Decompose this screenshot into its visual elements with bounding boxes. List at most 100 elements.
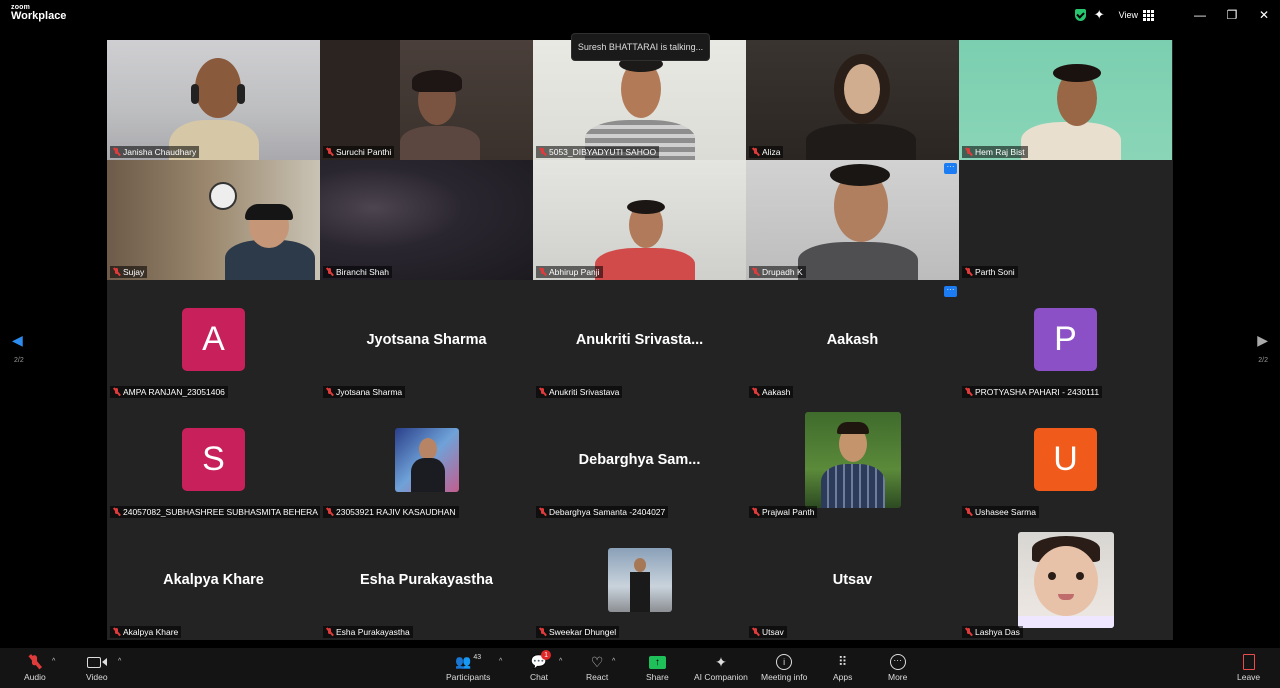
- audio-options-chevron-icon[interactable]: ^: [52, 658, 55, 665]
- participant-tile[interactable]: Utsav Utsav: [746, 520, 959, 640]
- participant-tile[interactable]: Jyotsana Sharma Jyotsana Sharma: [320, 280, 533, 400]
- react-button[interactable]: ♡ React: [586, 652, 609, 683]
- participant-name-label: Debarghya Samanta -2404027: [536, 506, 669, 518]
- mic-muted-icon: [752, 508, 759, 516]
- video-options-chevron-icon[interactable]: ^: [118, 658, 121, 665]
- mic-muted-icon: [539, 508, 546, 516]
- more-button[interactable]: ··· More: [888, 652, 907, 682]
- video-tile[interactable]: Janisha Chaudhary: [107, 40, 320, 160]
- title-bar: zoom Workplace ✦ View — ❐ ✕: [0, 0, 1280, 30]
- leave-label: Leave: [1237, 672, 1261, 682]
- logo-big-text: Workplace: [11, 10, 67, 22]
- participant-tile[interactable]: 23053921 RAJIV KASAUDHAN: [320, 400, 533, 520]
- participant-tile[interactable]: Prajwal Panth: [746, 400, 959, 520]
- participant-name-label: Parth Soni: [962, 266, 1018, 278]
- participant-tile[interactable]: A AMPA RANJAN_23051406: [107, 280, 320, 400]
- mic-muted-icon: [752, 388, 759, 396]
- avatar: P: [1034, 308, 1097, 371]
- participant-name-label: Ushasee Sarma: [962, 506, 1039, 518]
- minimize-button[interactable]: —: [1184, 8, 1216, 22]
- ai-companion-button[interactable]: ✦ AI Companion: [694, 652, 748, 683]
- participant-tile[interactable]: Esha Purakayastha Esha Purakayastha: [320, 520, 533, 640]
- participant-tile[interactable]: U Ushasee Sarma: [959, 400, 1172, 520]
- mic-muted-icon: [539, 148, 546, 156]
- more-dots-icon: ···: [889, 654, 906, 670]
- share-screen-icon: ↑: [648, 655, 666, 669]
- participants-icon: 👥: [455, 654, 472, 669]
- mic-muted-icon: [113, 148, 120, 156]
- apps-button[interactable]: ⠿ Apps: [833, 652, 852, 682]
- video-camera-icon: [86, 652, 107, 672]
- participant-display-name: Utsav: [832, 572, 873, 588]
- video-tile[interactable]: ··· Drupadh K: [746, 160, 959, 280]
- chat-button[interactable]: 💬 1 Chat: [530, 650, 552, 682]
- participant-tile[interactable]: Debarghya Sam... Debarghya Samanta -2404…: [533, 400, 746, 520]
- mic-muted-icon: [965, 628, 972, 636]
- meeting-info-label: Meeting info: [761, 672, 808, 682]
- grid-view-icon: [1143, 9, 1154, 21]
- mic-muted-icon: [539, 388, 546, 396]
- chat-options-chevron-icon[interactable]: ^: [559, 658, 562, 665]
- participant-display-name: Jyotsana Sharma: [366, 332, 487, 348]
- more-options-icon[interactable]: ···: [944, 286, 957, 297]
- chat-unread-badge: 1: [541, 650, 552, 660]
- restore-button[interactable]: ❐: [1216, 8, 1248, 22]
- encryption-shield-icon[interactable]: [1074, 9, 1086, 21]
- mic-muted-icon: [752, 268, 759, 276]
- participant-name-label: Utsav: [749, 626, 787, 638]
- participants-options-chevron-icon[interactable]: ^: [499, 658, 502, 665]
- video-tile[interactable]: Aliza: [746, 40, 959, 160]
- participants-count: 43: [473, 653, 482, 661]
- video-tile[interactable]: Abhirup Panji: [533, 160, 746, 280]
- participant-name-label: Hem Raj Bist: [962, 146, 1028, 158]
- chat-label: Chat: [530, 672, 548, 682]
- video-button[interactable]: Video: [86, 652, 108, 682]
- leave-button[interactable]: Leave: [1237, 652, 1260, 682]
- participant-tile[interactable]: Aakash ··· Aakash: [746, 280, 959, 400]
- participant-display-name: Anukriti Srivasta...: [575, 332, 704, 348]
- participant-tile[interactable]: Anukriti Srivasta... Anukriti Srivastava: [533, 280, 746, 400]
- next-page-arrow-icon[interactable]: ▶: [1257, 332, 1268, 349]
- previous-page-arrow-icon[interactable]: ◀: [12, 332, 23, 349]
- react-options-chevron-icon[interactable]: ^: [612, 658, 615, 665]
- participant-name-label: AMPA RANJAN_23051406: [110, 386, 228, 398]
- react-label: React: [586, 672, 609, 682]
- mic-muted-icon: [752, 628, 759, 636]
- audio-button[interactable]: Audio: [24, 652, 46, 682]
- meeting-info-button[interactable]: i Meeting info: [761, 652, 807, 682]
- participant-display-name: Debarghya Sam...: [578, 452, 701, 468]
- avatar: S: [182, 428, 245, 491]
- participant-name-label: Aakash: [749, 386, 794, 398]
- mic-muted-icon: [326, 628, 333, 636]
- view-button[interactable]: View: [1119, 9, 1154, 21]
- participants-label: Participants: [446, 672, 491, 682]
- ai-companion-sparkle-icon: ✦: [715, 653, 727, 670]
- participant-tile[interactable]: Akalpya Khare Akalpya Khare: [107, 520, 320, 640]
- mic-muted-icon: [539, 268, 546, 276]
- participant-tile[interactable]: S 24057082_SUBHASHREE SUBHASMITA BEHERA: [107, 400, 320, 520]
- participant-tile[interactable]: P PROTYASHA PAHARI - 2430111: [959, 280, 1172, 400]
- participant-name-label: Jyotsana Sharma: [323, 386, 406, 398]
- participant-tile[interactable]: Sweekar Dhungel: [533, 520, 746, 640]
- video-tile[interactable]: Parth Soni: [959, 160, 1172, 280]
- page-indicator-right: 2/2: [1258, 357, 1268, 364]
- close-button[interactable]: ✕: [1248, 8, 1280, 22]
- ai-sparkle-icon[interactable]: ✦: [1094, 7, 1105, 23]
- mic-muted-icon: [326, 148, 333, 156]
- video-tile[interactable]: Sujay: [107, 160, 320, 280]
- participant-tile[interactable]: Lashya Das: [959, 520, 1172, 640]
- video-tile[interactable]: Hem Raj Bist: [959, 40, 1172, 160]
- mic-muted-icon: [752, 148, 759, 156]
- more-options-icon[interactable]: ···: [944, 163, 957, 174]
- mic-muted-icon: [965, 268, 972, 276]
- participants-button[interactable]: 👥 43 Participants: [446, 652, 491, 683]
- participant-name-label: Prajwal Panth: [749, 506, 818, 518]
- mic-muted-icon: [29, 655, 41, 669]
- video-tile[interactable]: Suruchi Panthi: [320, 40, 533, 160]
- participant-name-label: Abhirup Panji: [536, 266, 603, 278]
- gallery-view: Janisha Chaudhary Suruchi Panthi 5053_DI…: [107, 40, 1173, 640]
- video-tile[interactable]: Biranchi Shah: [320, 160, 533, 280]
- more-label: More: [888, 672, 908, 682]
- share-button[interactable]: ↑ Share: [646, 652, 669, 682]
- info-icon: i: [776, 654, 793, 670]
